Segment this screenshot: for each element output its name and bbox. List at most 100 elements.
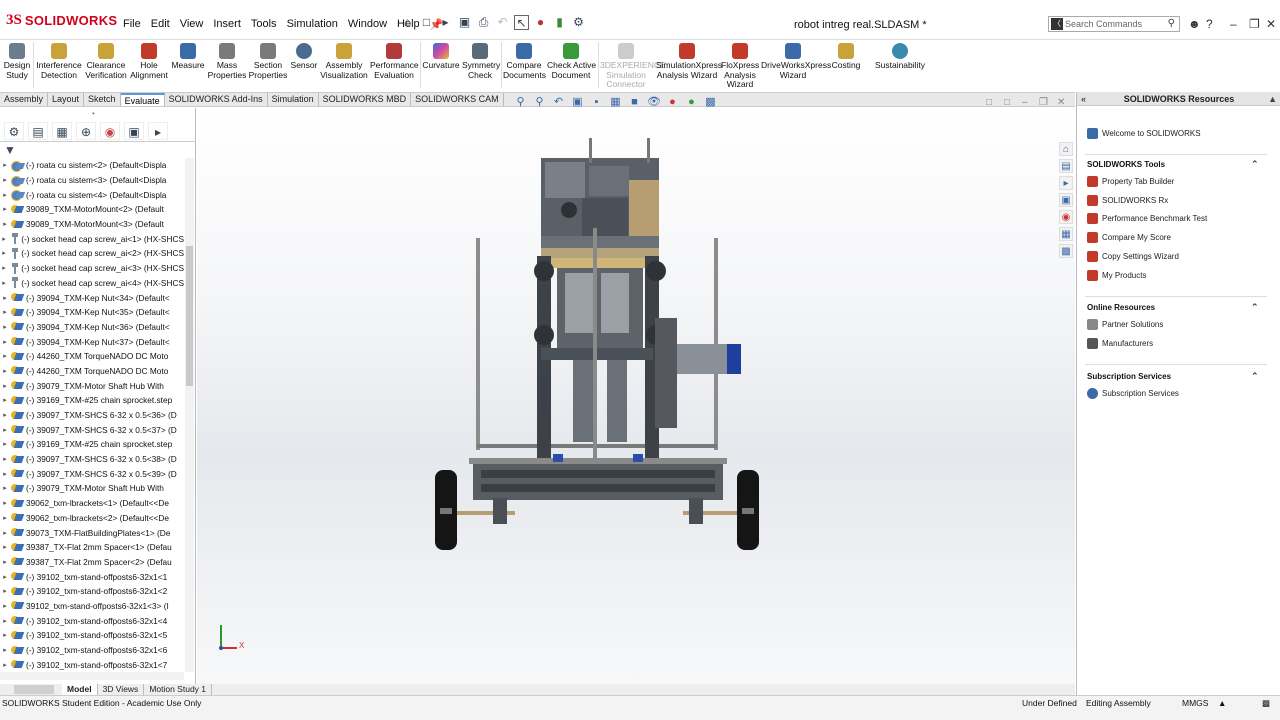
tree-horizontal-scrollbar[interactable] [0,672,184,680]
tree-item[interactable]: ▸ (-) roata cu sistem<2> (Default<Displa [0,158,184,173]
tab-model[interactable]: Model [62,684,98,695]
viewport-minimize-icon[interactable]: – [1022,97,1028,108]
search-icon[interactable]: ⚲ [1168,17,1175,31]
tree-scroll-thumb[interactable] [186,246,193,386]
welcome-link[interactable]: Welcome to SOLIDWORKS [1087,128,1201,139]
interference-detection-button[interactable]: Interference Detection [36,43,82,80]
expand-arrow-icon[interactable]: ▸ [0,617,10,625]
more-tabs-icon[interactable]: ▸ [148,122,168,140]
menu-tools[interactable]: Tools [246,18,282,31]
expand-arrow-icon[interactable]: ▸ [0,602,10,610]
collapse-icon[interactable]: ⌃ [1251,159,1259,170]
tree-item[interactable]: ▸ (-) 39094_TXM-Kep Nut<35> (Default< [0,305,184,320]
tree-item[interactable]: ▸ (-) 39094_TXM-Kep Nut<34> (Default< [0,290,184,305]
minimize-icon[interactable]: – [1230,17,1237,31]
assembly-visualization-button[interactable]: Assembly Visualization [320,43,368,80]
expand-arrow-icon[interactable]: ▸ [0,382,10,390]
tab-solidworks-mbd[interactable]: SOLIDWORKS MBD [319,93,412,106]
online-resources-header[interactable]: Online Resources ⌃ [1087,302,1259,312]
solidworks-logo[interactable]: 3S SOLIDWORKS [6,12,117,29]
compare-my-score-link[interactable]: Compare My Score [1087,232,1171,243]
tree-item[interactable]: ▸ (-) 39102_txm-stand-offposts6-32x1<1 [0,569,184,584]
print-icon[interactable]: ⎙ [476,15,491,30]
my-products-link[interactable]: My Products [1087,270,1146,281]
expand-arrow-icon[interactable]: ▸ [0,587,10,595]
menu-file[interactable]: File [118,18,146,31]
close-icon[interactable]: ✕ [1266,17,1276,31]
tree-item[interactable]: ▸ (-) 39169_TXM-#25 chain sprocket.step [0,393,184,408]
collapse-icon[interactable]: ⌃ [1251,302,1259,313]
robot-model[interactable]: X [197,108,1075,684]
feature-tree-icon[interactable]: ⚙ [4,122,24,140]
custom-properties-icon[interactable]: ▦ [1059,227,1073,241]
dynamic-annotation-icon[interactable]: ▪ [590,96,603,108]
unit-system-selector[interactable]: MMGS [1182,698,1208,708]
tools-section-header[interactable]: SOLIDWORKS Tools ⌃ [1087,159,1259,169]
expand-arrow-icon[interactable]: ▸ [0,205,10,213]
tree-item[interactable]: ▸ (-) 39102_txm-stand-offposts6-32x1<7 [0,657,184,672]
property-tab-builder-link[interactable]: Property Tab Builder [1087,176,1174,187]
expand-arrow-icon[interactable]: ▸ [0,455,10,463]
property-manager-icon[interactable]: ▤ [28,122,48,140]
configuration-manager-icon[interactable]: ▦ [52,122,72,140]
tree-item[interactable]: ▸ (-) 39079_TXM-Motor Shaft Hub With [0,481,184,496]
curvature-button[interactable]: Curvature [422,43,460,71]
tree-item[interactable]: ▸ 39089_TXM-MotorMount<3> (Default [0,217,184,232]
expand-arrow-icon[interactable]: ▸ [0,661,10,669]
simulationxpress-button[interactable]: SimulationXpress Analysis Wizard [656,43,722,80]
tree-item[interactable]: ▸ (-) 44260_TXM TorqueNADO DC Moto [0,349,184,364]
mass-properties-button[interactable]: Mass Properties [207,43,247,80]
new-document-icon[interactable]: □ [419,15,434,30]
pin-pane-icon[interactable]: ▲ [1268,92,1277,106]
menu-edit[interactable]: Edit [146,18,175,31]
tree-item[interactable]: ▸ (-) 39094_TXM-Kep Nut<36> (Default< [0,320,184,335]
user-icon[interactable]: ☻ [1188,17,1201,31]
menu-window[interactable]: Window [343,18,392,31]
expand-arrow-icon[interactable]: ▸ [0,191,10,199]
performance-benchmark-link[interactable]: Performance Benchmark Test [1087,213,1207,224]
expand-arrow-icon[interactable]: ▸ [0,352,10,360]
expand-arrow-icon[interactable]: ▸ [0,249,8,257]
expand-arrow-icon[interactable]: ▸ [0,646,10,654]
tab-evaluate[interactable]: Evaluate [120,93,165,106]
design-library-icon[interactable]: ▤ [1059,159,1073,173]
expand-arrow-icon[interactable]: ▸ [0,338,10,346]
compare-documents-button[interactable]: Compare Documents [503,43,546,80]
tree-item[interactable]: ▸ 39387_TX-Flat 2mm Spacer<1> (Defau [0,540,184,555]
expand-arrow-icon[interactable]: ▸ [0,235,8,243]
tab-3d-views[interactable]: 3D Views [98,684,145,695]
tree-item[interactable]: ▸ (-) socket head cap screw_ai<1> (HX-SHC… [0,231,184,246]
tree-item[interactable]: ▸ 39387_TX-Flat 2mm Spacer<2> (Defau [0,555,184,570]
tab-assembly[interactable]: Assembly [0,93,49,106]
filter-icon[interactable]: ▼ [4,143,16,157]
home-icon[interactable]: ⌂ [400,15,415,30]
driveworksxpress-button[interactable]: DriveWorksXpress Wizard [761,43,831,80]
apply-scene-icon[interactable]: ● [685,96,698,108]
units-dropdown-icon[interactable]: ▲ [1218,698,1226,708]
viewport-tile-icon[interactable]: □ [986,97,992,108]
expand-arrow-icon[interactable]: ▸ [0,573,10,581]
tree-item[interactable]: ▸ (-) 39102_txm-stand-offposts6-32x1<4 [0,613,184,628]
expand-arrow-icon[interactable]: ▸ [0,367,10,375]
view-palette-icon[interactable]: ▣ [1059,193,1073,207]
expand-arrow-icon[interactable]: ▸ [0,264,8,272]
tree-item[interactable]: ▸ (-) 39169_TXM-#25 chain sprocket.step [0,437,184,452]
expand-arrow-icon[interactable]: ▸ [0,279,8,287]
open-folder-icon[interactable]: ▸ [438,15,453,30]
tree-item[interactable]: ▸ (-) socket head cap screw_ai<3> (HX-SHC… [0,261,184,276]
edit-appearance-icon[interactable]: ● [666,96,679,108]
select-arrow-icon[interactable]: ↖ [514,15,529,30]
zoom-to-area-icon[interactable]: ⚲ [533,96,546,108]
tab-layout[interactable]: Layout [48,93,85,106]
floxpress-button[interactable]: FloXpress Analysis Wizard [721,43,759,90]
display-manager-icon[interactable]: ◉ [100,122,120,140]
tree-item[interactable]: ▸ (-) 39097_TXM-SHCS 6-32 x 0.5<38> (D [0,452,184,467]
tree-item[interactable]: ▸ 39089_TXM-MotorMount<2> (Default [0,202,184,217]
measure-button[interactable]: Measure [170,43,206,71]
viewport-restore-icon[interactable]: ❐ [1039,97,1048,108]
tab-solidworks-add-ins[interactable]: SOLIDWORKS Add-Ins [165,93,268,106]
traffic-light-icon[interactable]: ● [533,15,548,30]
collapse-pane-icon[interactable]: « [1081,92,1086,106]
copy-settings-wizard-link[interactable]: Copy Settings Wizard [1087,251,1179,262]
expand-arrow-icon[interactable]: ▸ [0,161,10,169]
